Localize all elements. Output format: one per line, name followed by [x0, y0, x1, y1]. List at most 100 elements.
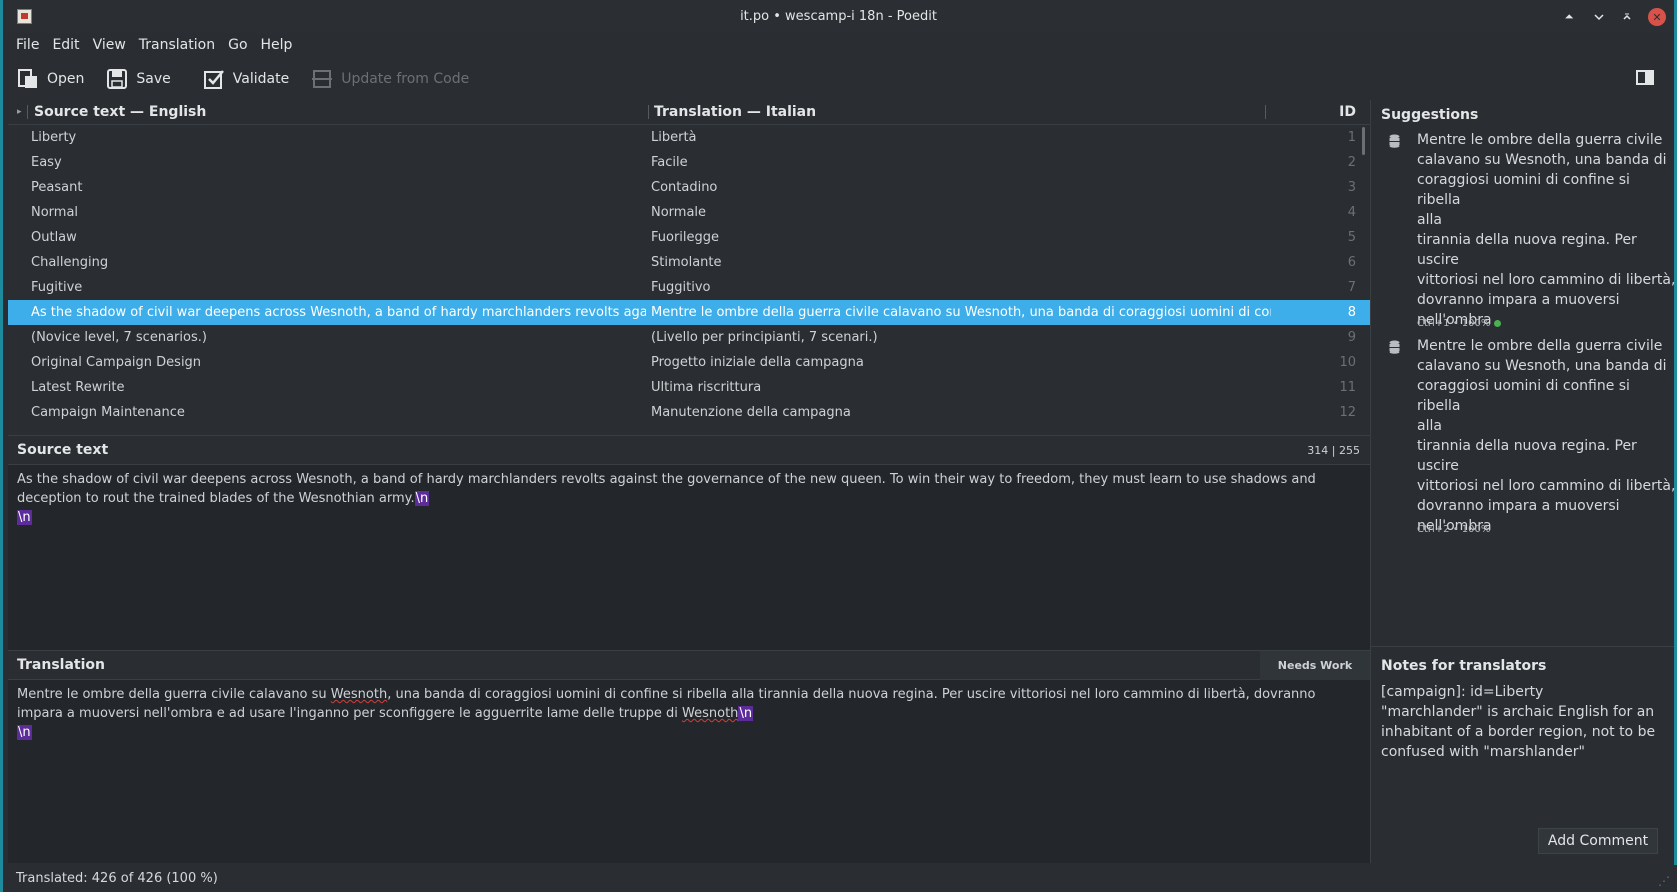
- row-translation: (Livello per principianti, 7 scenari.): [651, 330, 878, 345]
- status-bar: Translated: 426 of 426 (100 %) ⋰: [8, 865, 1677, 892]
- translation-pane-title: Translation: [17, 657, 105, 673]
- row-source: (Novice level, 7 scenarios.): [31, 330, 207, 345]
- menu-view[interactable]: View: [93, 37, 126, 53]
- table-row[interactable]: Fugitive Fuggitivo 7: [8, 275, 1370, 300]
- row-source: Latest Rewrite: [31, 380, 125, 395]
- suggestions-title: Suggestions: [1381, 107, 1479, 123]
- table-row[interactable]: Easy Facile 2: [8, 150, 1370, 175]
- source-pane-title: Source text: [17, 442, 109, 458]
- validate-button[interactable]: Validate: [203, 68, 289, 90]
- update-code-icon: [311, 68, 333, 90]
- newline-escape: \n: [17, 725, 32, 740]
- toggle-sidebar-icon[interactable]: [1636, 70, 1654, 85]
- validate-label: Validate: [232, 71, 290, 87]
- list-scrollbar[interactable]: [1362, 127, 1365, 155]
- row-translation: Normale: [651, 205, 707, 220]
- table-row[interactable]: Original Campaign Design Progetto inizial…: [8, 350, 1370, 375]
- minimize-icon[interactable]: [1590, 8, 1608, 26]
- translation-pane-header: Translation Needs Work: [8, 650, 1370, 680]
- misspelled-word: Wesnoth: [330, 687, 388, 702]
- row-id: 10: [1339, 355, 1356, 370]
- translation-editor[interactable]: Mentre le ombre della guerra civile cala…: [8, 680, 1370, 863]
- table-row[interactable]: Liberty Libertà 1: [8, 125, 1370, 150]
- notes-comment: "marchlander" is archaic English for an …: [1381, 704, 1656, 760]
- row-id: 9: [1347, 330, 1356, 345]
- translation-text: Mentre le ombre della guerra civile cala…: [17, 687, 331, 702]
- row-translation: Fuorilegge: [651, 230, 720, 245]
- menu-bar: File Edit View Translation Go Help: [3, 33, 1674, 57]
- table-row[interactable]: Campaign Maintenance Manutenzione della c…: [8, 400, 1370, 425]
- menu-edit[interactable]: Edit: [52, 37, 79, 53]
- column-separator: [27, 105, 28, 119]
- open-label: Open: [47, 71, 85, 87]
- toolbar: Open Save Validate Update from Code: [3, 60, 1674, 98]
- menu-help[interactable]: Help: [261, 37, 293, 53]
- exact-match-icon: [1494, 320, 1502, 327]
- open-button[interactable]: Open: [17, 68, 84, 90]
- table-row[interactable]: Latest Rewrite Ultima riscrittura 11: [8, 375, 1370, 400]
- table-row[interactable]: Peasant Contadino 3: [8, 175, 1370, 200]
- update-from-code-button[interactable]: Update from Code: [311, 68, 469, 90]
- menu-translation[interactable]: Translation: [139, 37, 215, 53]
- row-source: Fugitive: [31, 280, 83, 295]
- sort-indicator-icon[interactable]: ▸: [17, 107, 22, 117]
- row-id: 4: [1347, 205, 1356, 220]
- row-translation: Ultima riscrittura: [651, 380, 762, 395]
- save-button[interactable]: Save: [106, 68, 171, 90]
- row-id: 7: [1347, 280, 1356, 295]
- translation-list[interactable]: ▸ Source text — English Translation — It…: [8, 100, 1370, 433]
- save-label: Save: [136, 71, 171, 87]
- row-translation: Progetto iniziale della campagna: [651, 355, 864, 370]
- sidebar: Suggestions Mentre le ombre della guerra…: [1370, 100, 1675, 863]
- suggestion-shortcut: Ctrl+2 • 100%: [1417, 524, 1491, 535]
- checkbox-check-icon: [203, 68, 225, 90]
- row-id: 11: [1339, 380, 1356, 395]
- row-translation: Manutenzione della campagna: [651, 405, 851, 420]
- table-row[interactable]: Normal Normale 4: [8, 200, 1370, 225]
- source-text-view[interactable]: As the shadow of civil war deepens acros…: [8, 465, 1370, 650]
- database-icon: [1389, 134, 1400, 148]
- row-source: As the shadow of civil war deepens acros…: [31, 305, 646, 320]
- row-source: Normal: [31, 205, 79, 220]
- row-id: 3: [1347, 180, 1356, 195]
- row-translation: Contadino: [651, 180, 718, 195]
- table-row[interactable]: Challenging Stimolante 6: [8, 250, 1370, 275]
- row-translation: Fuggitivo: [651, 280, 711, 295]
- table-row[interactable]: Outlaw Fuorilegge 5: [8, 225, 1370, 250]
- newline-escape: \n: [414, 491, 430, 506]
- menu-go[interactable]: Go: [228, 37, 247, 53]
- table-row[interactable]: (Novice level, 7 scenarios.) (Livello per…: [8, 325, 1370, 350]
- table-row-selected[interactable]: As the shadow of civil war deepens acros…: [8, 300, 1370, 325]
- poedit-window: it.po • wescamp-i 18n - Poedit ⏶ ✕ File …: [0, 0, 1677, 892]
- keep-above-icon[interactable]: ⏶: [1560, 8, 1578, 26]
- row-translation: Facile: [651, 155, 688, 170]
- update-label: Update from Code: [341, 71, 470, 87]
- resize-grip-icon[interactable]: ⋰: [1658, 874, 1670, 888]
- translation-column-header[interactable]: Translation — Italian: [654, 104, 816, 120]
- menu-file[interactable]: File: [16, 37, 39, 53]
- poedit-app-icon: [17, 9, 32, 24]
- needs-work-toggle[interactable]: Needs Work: [1260, 651, 1370, 680]
- close-icon[interactable]: ✕: [1648, 8, 1666, 26]
- add-comment-button[interactable]: Add Comment: [1538, 828, 1658, 854]
- char-counts: 314 | 255: [1307, 443, 1360, 457]
- restore-icon[interactable]: [1618, 8, 1636, 26]
- source-text: As the shadow of civil war deepens acros…: [17, 472, 1316, 506]
- row-translation: Stimolante: [651, 255, 722, 270]
- row-id: 6: [1347, 255, 1356, 270]
- row-source: Peasant: [31, 180, 83, 195]
- row-source: Campaign Maintenance: [31, 405, 185, 420]
- source-column-header[interactable]: Source text — English: [34, 104, 206, 120]
- row-id: 8: [1347, 305, 1356, 320]
- row-id: 12: [1339, 405, 1356, 420]
- row-translation: Libertà: [651, 130, 697, 145]
- id-column-header[interactable]: ID: [1339, 104, 1356, 120]
- row-id: 2: [1347, 155, 1356, 170]
- sidebar-divider: [1371, 646, 1674, 647]
- save-disk-icon: [106, 68, 128, 90]
- row-source: Original Campaign Design: [31, 355, 202, 370]
- newline-escape: \n: [738, 706, 754, 721]
- title-bar: it.po • wescamp-i 18n - Poedit ⏶ ✕: [3, 0, 1674, 33]
- notes-title: Notes for translators: [1381, 658, 1547, 674]
- open-file-icon: [17, 68, 39, 90]
